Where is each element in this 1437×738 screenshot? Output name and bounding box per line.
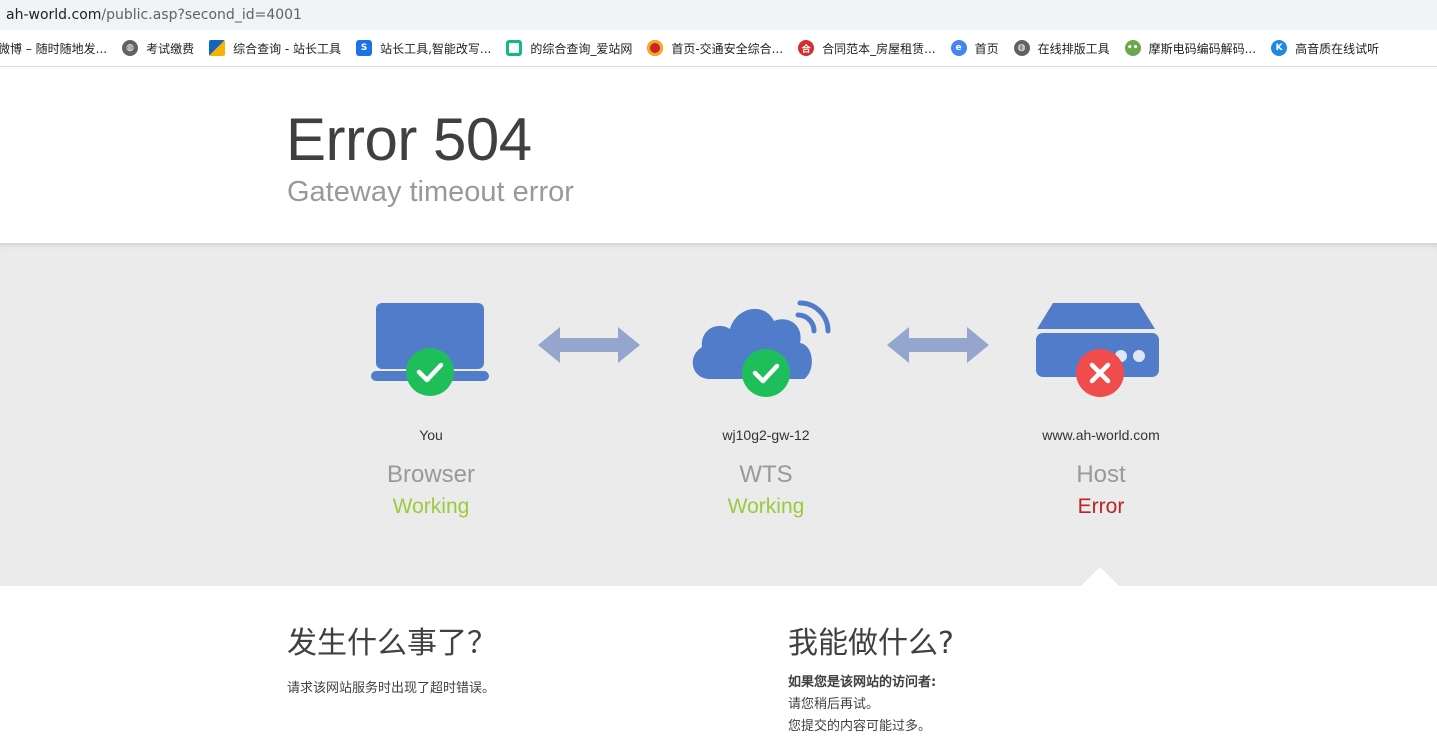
- bookmark-home[interactable]: e 首页: [950, 40, 999, 57]
- bookmark-aizhan[interactable]: 的综合查询_爱站网: [506, 40, 632, 57]
- bookmark-label: 高音质在线试听: [1295, 41, 1380, 56]
- node-state: Working: [727, 495, 805, 518]
- node-name: WTS: [739, 461, 793, 488]
- bookmark-label: 在线排版工具: [1037, 41, 1110, 56]
- advice-line: 您提交的内容可能过多。: [788, 719, 932, 734]
- error-subtitle: Gateway timeout error: [287, 176, 574, 208]
- error-header: Error 504 Gateway timeout error: [0, 67, 1437, 243]
- check-badge-icon: [406, 348, 454, 396]
- server-icon: [1036, 303, 1159, 397]
- police-icon: [647, 40, 664, 56]
- bookmark-typeset[interactable]: ◍ 在线排版工具: [1013, 40, 1110, 57]
- node-sub-label: You: [419, 427, 443, 443]
- bookmark-contract[interactable]: 合 合同范本_房屋租赁...: [798, 40, 936, 57]
- contract-icon: 合: [798, 40, 815, 56]
- visitor-label: 如果您是该网站的访问者:: [788, 675, 937, 690]
- bookmark-label: 微博 – 随时随地发...: [0, 41, 108, 56]
- bookmark-label: 站长工具,智能改写...: [380, 41, 492, 56]
- node-sub-label: wj10g2-gw-12: [722, 427, 810, 443]
- error-pointer: [1081, 567, 1119, 586]
- url-host: ah-world.com: [6, 7, 102, 23]
- bookmark-chinaz[interactable]: 综合查询 - 站长工具: [209, 40, 341, 57]
- laptop-icon: [371, 303, 489, 396]
- bookmark-label: 合同范本_房屋租赁...: [822, 41, 936, 56]
- node-sub-label: www.ah-world.com: [1042, 427, 1160, 443]
- what-happened-section: 发生什么事了？ 请求该网站服务时出现了超时错误。: [287, 586, 727, 700]
- bookmark-label: 综合查询 - 站长工具: [233, 41, 342, 56]
- bookmark-rewrite[interactable]: S 站长工具,智能改写...: [356, 40, 491, 57]
- url-path: /public.asp?second_id=4001: [101, 7, 302, 23]
- node-name: Host: [1076, 461, 1126, 488]
- bookmark-weibo[interactable]: 微博 – 随时随地发...: [0, 40, 107, 57]
- k-icon: K: [1271, 40, 1288, 56]
- globe-icon: ◍: [1013, 40, 1030, 56]
- double-arrow-icon: [538, 327, 640, 363]
- check-badge-icon: [742, 349, 790, 397]
- aizhan-icon: [506, 40, 523, 56]
- globe-icon: ◍: [122, 40, 139, 56]
- bookmark-traffic[interactable]: 首页-交通安全综合...: [647, 40, 783, 57]
- bookmark-label: 首页: [974, 41, 999, 56]
- bookmark-label: 考试缴费: [146, 41, 195, 56]
- node-state: Error: [1077, 495, 1125, 518]
- s-icon: S: [356, 40, 373, 56]
- node-name: Browser: [386, 461, 476, 488]
- address-bar[interactable]: ah-world.com/public.asp?second_id=4001: [0, 0, 1437, 30]
- what-can-i-do-section: 我能做什么? 如果您是该网站的访问者: 请您稍后再试。 您提交的内容可能过多。: [788, 586, 1228, 738]
- bookmark-label: 首页-交通安全综合...: [671, 41, 784, 56]
- what-happened-heading: 发生什么事了？: [287, 626, 497, 661]
- bookmark-morse[interactable]: •• 摩斯电码编码解码...: [1124, 40, 1257, 57]
- bookmarks-bar: 微博 – 随时随地发... ◍ 考试缴费 综合查询 - 站长工具 S 站长工具,…: [0, 30, 1437, 67]
- bookmark-label: 摩斯电码编码解码...: [1148, 41, 1257, 56]
- swirl-icon: e: [950, 40, 967, 56]
- double-arrow-icon: [887, 327, 989, 363]
- status-diagram: You Browser Working wj10g2-gw-12 WTS Wor…: [0, 243, 1437, 586]
- bookmark-label: 的综合查询_爱站网: [530, 41, 633, 56]
- error-title: Error 504: [286, 106, 532, 173]
- cloud-icon: [692, 300, 831, 397]
- bookmark-exam-fee[interactable]: ◍ 考试缴费: [122, 40, 194, 57]
- frog-icon: ••: [1124, 40, 1141, 56]
- node-state: Working: [392, 495, 470, 518]
- what-happened-text: 请求该网站服务时出现了超时错误。: [287, 681, 496, 696]
- advice-line: 请您稍后再试。: [788, 697, 880, 712]
- bookmark-music[interactable]: K 高音质在线试听: [1271, 40, 1379, 57]
- chinaz-icon: [209, 40, 226, 56]
- what-can-i-do-heading: 我能做什么?: [788, 626, 954, 661]
